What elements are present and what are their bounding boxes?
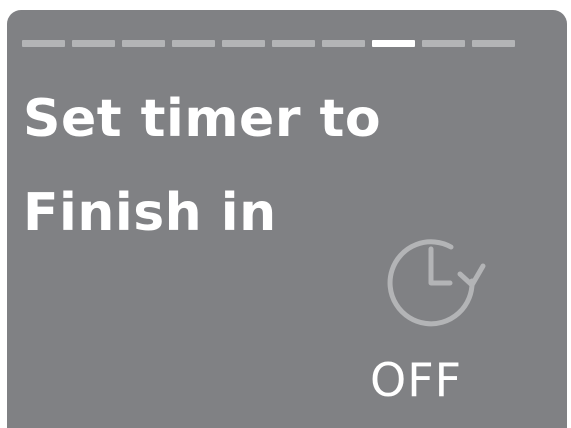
timer-status-value[interactable]: OFF — [370, 352, 462, 408]
timer-icon — [387, 239, 486, 327]
progress-step-active — [372, 40, 415, 47]
progress-step — [472, 40, 515, 47]
progress-step — [422, 40, 465, 47]
progress-step — [222, 40, 265, 47]
progress-step — [122, 40, 165, 47]
progress-step — [272, 40, 315, 47]
page-title: Set timer to Finish in — [23, 72, 381, 260]
display-screen: Set timer to Finish in OFF — [7, 10, 567, 428]
page-title-line-2: Finish in — [23, 183, 277, 243]
progress-step — [22, 40, 65, 47]
progress-step — [322, 40, 365, 47]
page-title-line-1: Set timer to — [23, 89, 382, 149]
step-progress-indicator — [22, 40, 515, 47]
progress-step — [72, 40, 115, 47]
progress-step — [172, 40, 215, 47]
